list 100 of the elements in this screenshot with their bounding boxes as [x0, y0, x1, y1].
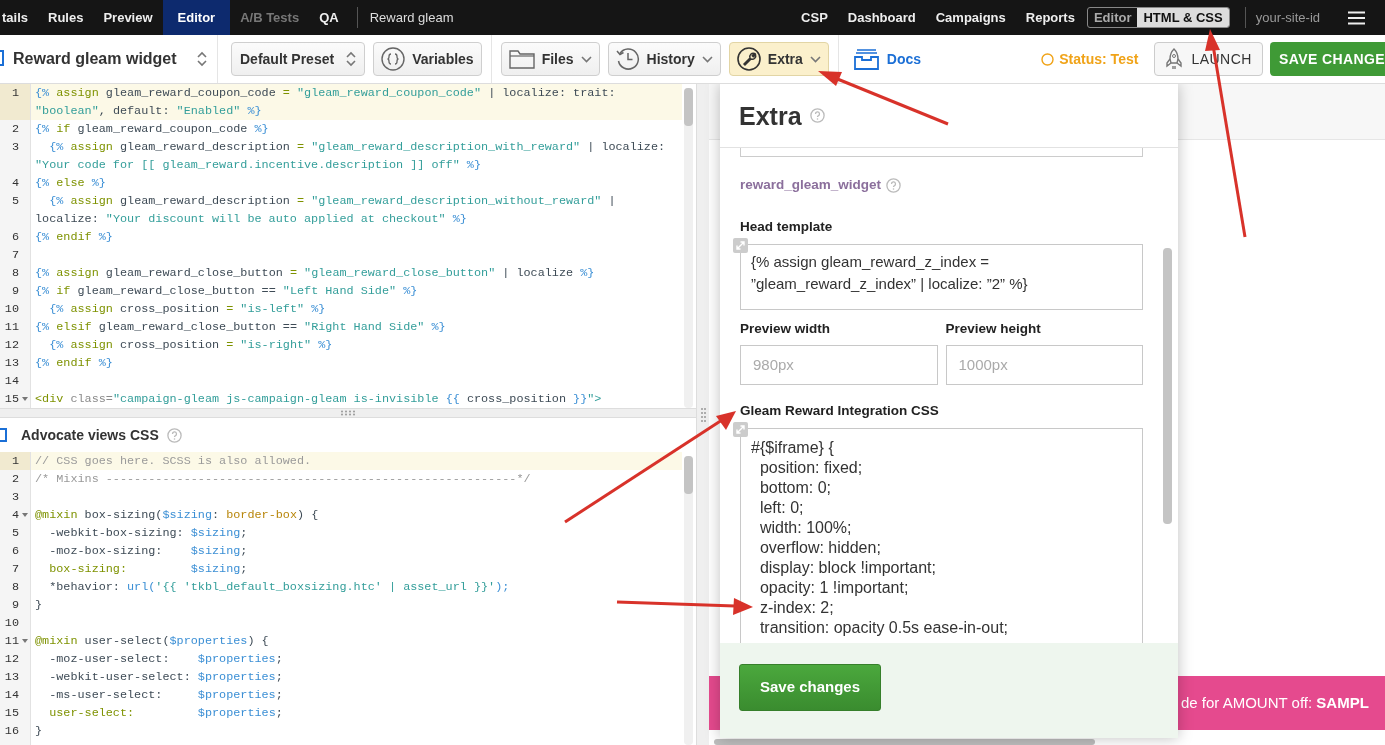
line-number: 8: [11, 265, 19, 282]
code-line: {% endif %}: [35, 229, 113, 246]
chevron-down-icon: [809, 55, 821, 63]
line-number: 4: [11, 175, 19, 192]
code-line: @mixin box-sizing($sizing: border-box) {: [35, 507, 319, 524]
field-label: Gleam Reward Integration CSS: [740, 401, 940, 420]
code-field[interactable]: #{$iframe} { position: fixed; bottom: 0; left: 0; width: 100%; overflow: hidden; display: block !important; opacity: 1 !important; z-index: 2; transition: opacity 0.5s ease-in-out;: [740, 428, 1143, 643]
fold-icon[interactable]: [22, 639, 28, 643]
line-number: 12: [4, 651, 19, 668]
code-line: {% assign cross_position = "is-left" %}: [48, 301, 326, 318]
nav-tab[interactable]: Rules: [38, 0, 94, 35]
code-line: *behavior: url('{{ 'tkbl_default_boxsizing.htc' | asset_url }}');: [48, 579, 510, 596]
code-line: user-select: $properties;: [48, 705, 283, 722]
line-number: 14: [4, 373, 19, 390]
code-line: {% assign gleam_reward_close_button = "gleam_reward_close_button" | localize %}: [35, 265, 595, 282]
line-number: 7: [11, 561, 19, 578]
code-line: /* Mixins ----------------------------------------------------------*/: [35, 471, 531, 488]
code-line: // CSS goes here. SCSS is also allowed.: [35, 453, 312, 470]
line-number: 16: [4, 723, 19, 740]
docs-link[interactable]: Docs: [853, 48, 922, 70]
expand-icon[interactable]: [733, 237, 748, 253]
sort-icon: [197, 51, 207, 67]
dropdown-button[interactable]: History: [607, 42, 721, 76]
line-number: 3: [11, 489, 19, 506]
dropdown-button[interactable]: Files: [500, 42, 600, 76]
code-line: -ms-user-select: $properties;: [48, 687, 283, 704]
code-line: -moz-box-sizing: $sizing;: [48, 543, 248, 560]
folder-icon: [508, 49, 535, 69]
nav-tab[interactable]: Preview: [93, 0, 163, 35]
line-number: 4: [11, 507, 19, 524]
dropdown-button[interactable]: Extra: [728, 42, 829, 76]
rocket-icon: [1165, 48, 1184, 70]
line-number: 8: [11, 579, 19, 596]
line-number: 9: [11, 597, 19, 614]
toggle-option[interactable]: HTML & CSS: [1137, 8, 1229, 27]
nav-tab[interactable]: tails: [0, 0, 38, 35]
code-line: localize: "Your discount will be auto applied at checkout" %}: [35, 211, 467, 228]
line-number: 2: [11, 471, 19, 488]
nav-link[interactable]: CSP: [791, 0, 838, 35]
preset-select[interactable]: Default Preset: [231, 42, 366, 76]
code-line: {% assign gleam_reward_coupon_code = "gleam_reward_coupon_code" | localize: trait:: [35, 85, 616, 102]
status-text: Status: Test: [1059, 49, 1139, 69]
line-number: 10: [4, 615, 19, 632]
scrollbar[interactable]: [714, 739, 1095, 745]
code-line: "Your code for [[ gleam_reward.incentive.description ]] off" %}: [35, 157, 481, 174]
scrollbar[interactable]: [684, 456, 693, 745]
grip-icon[interactable]: [340, 410, 356, 416]
panel-title: Extra: [739, 100, 802, 131]
inbox-icon: [853, 48, 879, 70]
line-number: 6: [11, 229, 19, 246]
help-icon[interactable]: [809, 108, 825, 123]
fold-icon[interactable]: [22, 397, 28, 401]
line-number: 15: [4, 705, 19, 722]
save-button[interactable]: Save changes: [739, 664, 881, 711]
toggle-option[interactable]: Editor: [1087, 8, 1138, 27]
code-line: {% elsif gleam_reward_close_button == "Right Hand Side" %}: [35, 319, 446, 336]
line-number: 1: [11, 85, 19, 102]
code-line: {% if gleam_reward_coupon_code %}: [35, 121, 269, 138]
code-line: -webkit-box-sizing: $sizing;: [48, 525, 248, 542]
code-line: {% else %}: [35, 175, 106, 192]
nav-link[interactable]: Reports: [1015, 0, 1085, 35]
code-line: }: [35, 597, 43, 614]
input-field[interactable]: 1000px: [945, 344, 1143, 385]
help-icon[interactable]: [166, 427, 182, 443]
line-number: 12: [4, 337, 19, 354]
code-line: @mixin user-select($properties) {: [35, 633, 269, 650]
nav-link[interactable]: Campaigns: [925, 0, 1016, 35]
fold-icon[interactable]: [22, 513, 28, 517]
status-icon: [1041, 52, 1055, 66]
nav-link[interactable]: Dashboard: [837, 0, 926, 35]
help-icon[interactable]: [886, 177, 902, 193]
line-number: 13: [4, 355, 19, 372]
line-number: 11: [4, 319, 19, 336]
code-line: -moz-user-select: $properties;: [48, 651, 283, 668]
banner-text: de for AMOUNT off: SAMPL: [1181, 692, 1369, 713]
key-label: reward_gleam_widget: [740, 176, 882, 194]
wrench-icon: [736, 47, 761, 71]
code-line: {% endif %}: [35, 355, 113, 372]
code-line: {% if gleam_reward_close_button == "Left Hand Side" %}: [35, 283, 418, 300]
sort-icon: [346, 51, 357, 67]
code-line: "boolean", default: "Enabled" %}: [35, 103, 262, 120]
chevron-down-icon: [701, 55, 713, 63]
scrollbar[interactable]: [684, 88, 693, 408]
line-number: 14: [4, 687, 19, 704]
field-label: Preview width: [740, 319, 832, 338]
grip-icon[interactable]: [700, 407, 706, 422]
nav-tab[interactable]: Editor: [162, 0, 231, 35]
widget-select[interactable]: Reward gleam widget: [0, 35, 218, 83]
expand-icon[interactable]: [733, 422, 748, 437]
code-field[interactable]: {% assign gleam_reward_z_index = ”gleam_reward_z_index” | localize: ”2” %}: [740, 243, 1143, 310]
code-line: {% assign gleam_reward_description = "gleam_reward_description_with_reward" | localize:: [48, 139, 666, 156]
save-changes-button[interactable]: SAVE CHANGE: [1269, 42, 1385, 76]
toolbar-button[interactable]: Variables: [373, 42, 482, 76]
input-field[interactable]: 980px: [740, 344, 938, 385]
nav-tab[interactable]: QA: [309, 0, 349, 35]
menu-icon[interactable]: [1348, 10, 1365, 25]
line-number: 7: [11, 247, 19, 264]
line-number: 5: [11, 193, 19, 210]
code-line: {% assign cross_position = "is-right" %}: [48, 337, 333, 354]
panel-title: Advocate views CSS: [21, 425, 159, 445]
